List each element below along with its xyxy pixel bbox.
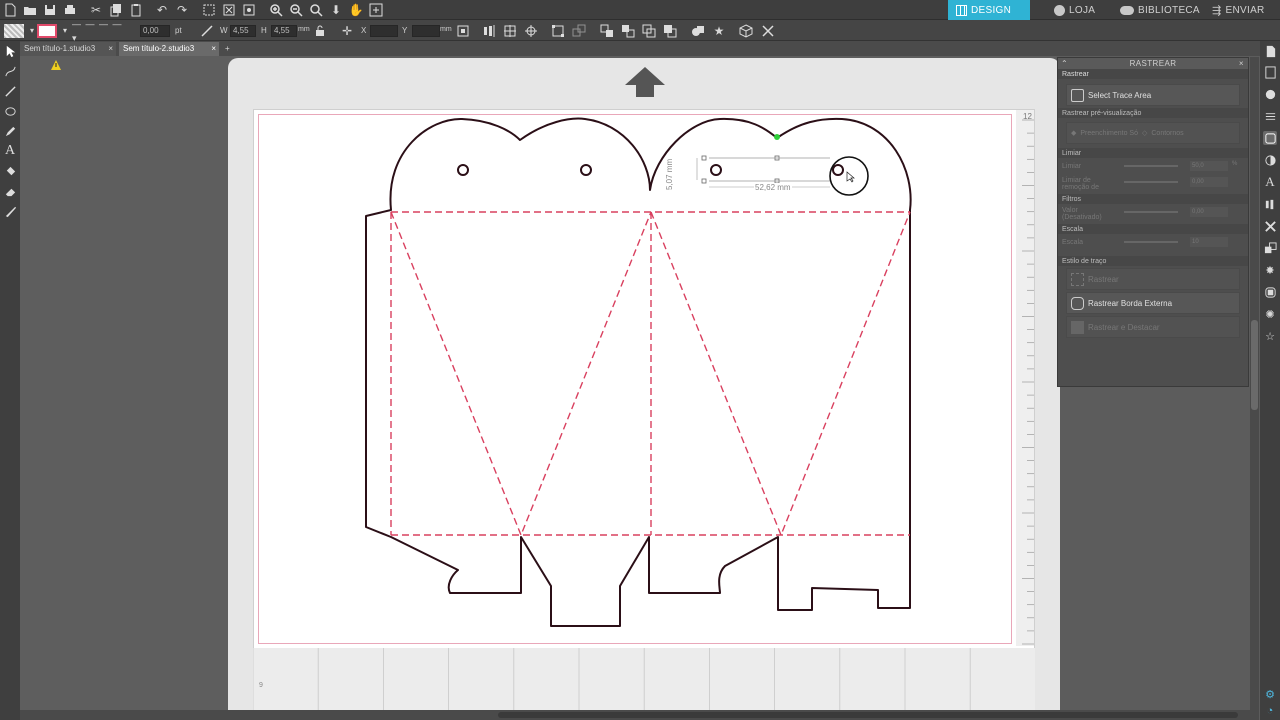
trace-icon[interactable] <box>1263 131 1277 145</box>
select-trace-area-button[interactable]: Select Trace Area <box>1066 84 1240 106</box>
threshold-value[interactable]: 50,0 <box>1190 161 1228 171</box>
threshold-section: Limiar <box>1058 148 1248 158</box>
height-dimension-label: 5,07 mm <box>665 158 674 190</box>
trace-outer-icon <box>1071 296 1084 310</box>
silhouette-studio-app: ✂ ↶ ↷ ⬇ ✋ DESIGN LOJA BIBLIOTECA ⇶ ENVIA… <box>0 0 1280 720</box>
filter-slider[interactable] <box>1124 211 1178 213</box>
cut-line-outline[interactable] <box>365 117 912 627</box>
select-trace-area-label: Select Trace Area <box>1088 90 1152 100</box>
palette-icon[interactable] <box>1263 87 1277 101</box>
punch-hole[interactable] <box>457 164 469 176</box>
selection-box[interactable] <box>701 155 780 184</box>
rotate-handle[interactable] <box>774 134 780 140</box>
style-section: Estilo de traço <box>1058 256 1248 266</box>
horizontal-scrollbar[interactable] <box>20 710 1256 720</box>
scale-slider[interactable] <box>1124 241 1178 243</box>
removal-row: Limiar de remoção de 0,00 <box>1058 174 1248 194</box>
filter-value-row: Valor (Desativado) 0,00 <box>1058 204 1248 224</box>
trace-button-label: Rastrear <box>1088 274 1119 284</box>
width-dimension-label: 52,62 mm <box>754 183 792 192</box>
trace-detach-label: Rastrear e Destacar <box>1088 322 1160 332</box>
preview-contours-label: Contornos <box>1151 129 1184 137</box>
help-icon[interactable]: ◔ <box>1263 704 1277 718</box>
settings-gear-icon[interactable]: ⚙ <box>1263 687 1277 701</box>
collapse-icon[interactable]: ⌃ <box>1061 58 1068 69</box>
panel-title-text: RASTREAR <box>1129 59 1177 68</box>
removal-label: Limiar de remoção de <box>1062 177 1099 191</box>
align-panel-icon[interactable] <box>1263 197 1277 211</box>
trace-outer-edge-label: Rastrear Borda Externa <box>1088 298 1173 308</box>
line-style-icon[interactable] <box>1263 109 1277 123</box>
preview-options[interactable]: ◆ Preenchimento Só ◇ Contornos <box>1066 122 1240 144</box>
star-panel-icon[interactable]: ✸ <box>1263 263 1277 277</box>
threshold-slider[interactable] <box>1124 165 1178 167</box>
scale-section: Escala <box>1058 224 1248 234</box>
transform-panel-icon[interactable] <box>1263 219 1277 233</box>
vertical-scroll-thumb[interactable] <box>1251 320 1258 410</box>
preview-section-label: Rastrear pré-visualização <box>1058 108 1248 118</box>
punch-hole[interactable] <box>580 164 592 176</box>
score-line-diagonal <box>650 211 911 537</box>
text-style-icon[interactable]: A <box>1263 174 1277 189</box>
threshold-unit: % <box>1232 161 1238 167</box>
scale-label: Escala <box>1062 238 1084 246</box>
scale-value[interactable]: 10 <box>1190 237 1228 247</box>
filter-value-label: Valor (Desativado) <box>1062 207 1102 221</box>
sketch-icon[interactable]: ✺ <box>1263 307 1277 321</box>
trace-icon <box>1071 272 1084 286</box>
trace-panel: RASTREAR × ⌃ Rastrear Select Trace Area … <box>1057 57 1249 387</box>
score-line-diagonal <box>390 211 652 537</box>
hand-cursor-icon <box>846 171 855 183</box>
filters-section: Filtros <box>1058 194 1248 204</box>
right-panel-strip: A ✸ ✺ ☆ ⚙ ◔ <box>1260 41 1280 720</box>
pixscan-icon[interactable] <box>1263 65 1277 79</box>
trace-area-icon <box>1071 88 1084 102</box>
preview-fill-label: Preenchimento Só <box>1080 129 1138 137</box>
fish-fill-icon: ◆ <box>1071 130 1077 137</box>
close-icon[interactable]: × <box>1239 58 1244 69</box>
horizontal-scroll-thumb[interactable] <box>498 712 1238 718</box>
fish-outline-icon: ◇ <box>1141 130 1148 137</box>
punch-hole[interactable] <box>710 164 722 176</box>
removal-value[interactable]: 0,00 <box>1190 177 1228 187</box>
filter-value[interactable]: 0,00 <box>1190 207 1228 217</box>
offset-icon[interactable] <box>1263 285 1277 299</box>
favorites-icon[interactable]: ☆ <box>1263 329 1277 343</box>
threshold-label: Limiar <box>1062 162 1082 170</box>
trace-outer-edge-button[interactable]: Rastrear Borda Externa <box>1066 292 1240 314</box>
punch-hole[interactable] <box>832 164 844 176</box>
removal-slider[interactable] <box>1124 181 1178 183</box>
trace-detach-button[interactable]: Rastrear e Destacar <box>1066 316 1240 338</box>
gradient-icon[interactable] <box>1263 153 1277 167</box>
trace-detach-icon <box>1071 320 1084 334</box>
scale-row: Escala 10 <box>1058 234 1248 250</box>
panel-subtitle: Rastrear <box>1058 69 1248 79</box>
trace-button[interactable]: Rastrear <box>1066 268 1240 290</box>
panel-title: RASTREAR × ⌃ <box>1058 58 1248 69</box>
threshold-row: Limiar 50,0 % <box>1058 158 1248 174</box>
replicate-panel-icon[interactable] <box>1263 241 1277 255</box>
page-setup-icon[interactable] <box>1263 44 1277 58</box>
